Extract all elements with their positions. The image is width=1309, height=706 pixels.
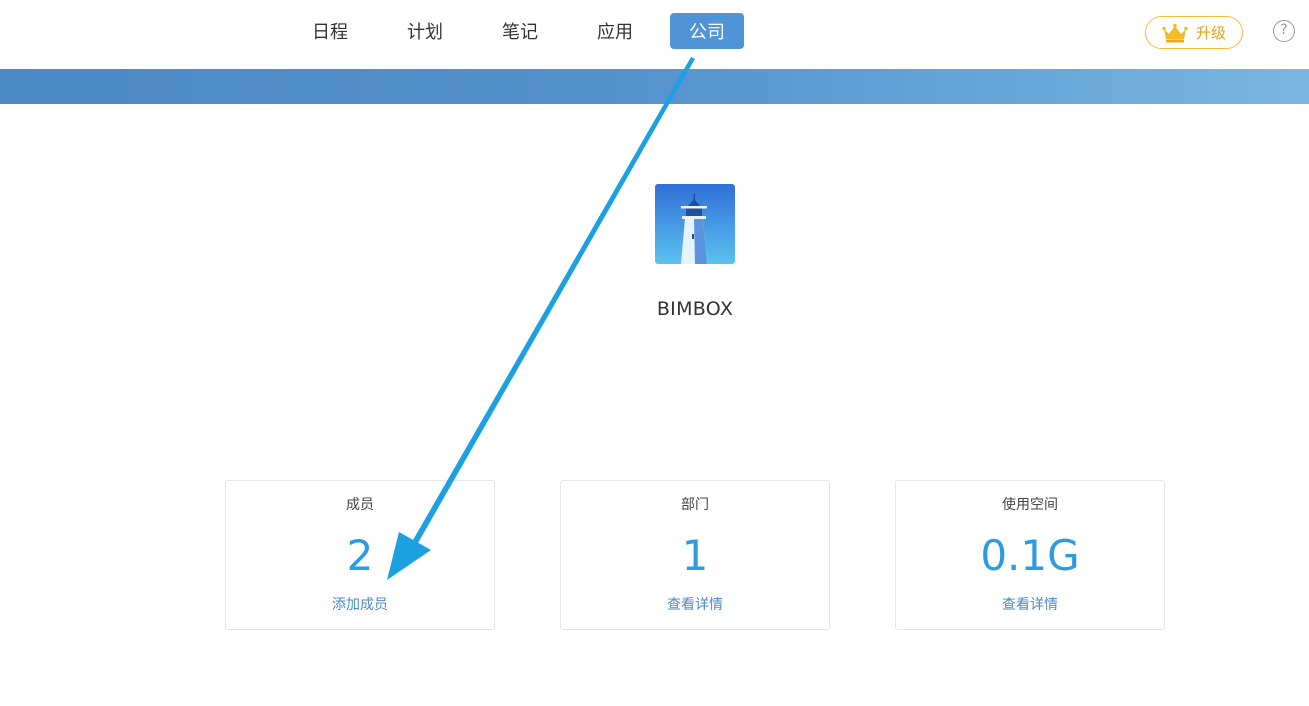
- help-icon[interactable]: ?: [1273, 20, 1295, 42]
- tab-company[interactable]: 公司: [670, 13, 744, 49]
- tab-schedule[interactable]: 日程: [290, 13, 370, 49]
- stat-value: 1: [681, 531, 709, 580]
- stat-label: 部门: [681, 497, 709, 513]
- stat-label: 成员: [346, 497, 374, 513]
- company-name: BIMBOX: [656, 298, 734, 320]
- stat-value: 0.1G: [980, 531, 1080, 580]
- upgrade-button[interactable]: 升级: [1145, 16, 1243, 49]
- company-page: 日程 计划 笔记 应用 公司 升级 ? BIMBOX 成员 2 添加成员 部门 …: [0, 0, 1309, 706]
- top-navigation: 日程 计划 笔记 应用 公司 升级 ?: [0, 0, 1309, 69]
- tab-apps[interactable]: 应用: [575, 13, 655, 49]
- tab-notes[interactable]: 笔记: [480, 13, 560, 49]
- stat-value: 2: [346, 531, 374, 580]
- add-member-link[interactable]: 添加成员: [226, 594, 494, 614]
- nav-tabs: 日程 计划 笔记 应用 公司: [290, 13, 759, 49]
- stat-card-storage: 使用空间 0.1G 查看详情: [895, 480, 1165, 630]
- stat-card-members: 成员 2 添加成员: [225, 480, 495, 630]
- tab-plan[interactable]: 计划: [385, 13, 465, 49]
- view-details-link[interactable]: 查看详情: [896, 594, 1164, 614]
- stat-label: 使用空间: [1002, 497, 1058, 513]
- view-details-link[interactable]: 查看详情: [561, 594, 829, 614]
- crown-icon: [1162, 23, 1188, 43]
- header-banner: [0, 69, 1309, 104]
- upgrade-label: 升级: [1195, 24, 1226, 42]
- lighthouse-logo: [655, 184, 735, 264]
- stat-card-departments: 部门 1 查看详情: [560, 480, 830, 630]
